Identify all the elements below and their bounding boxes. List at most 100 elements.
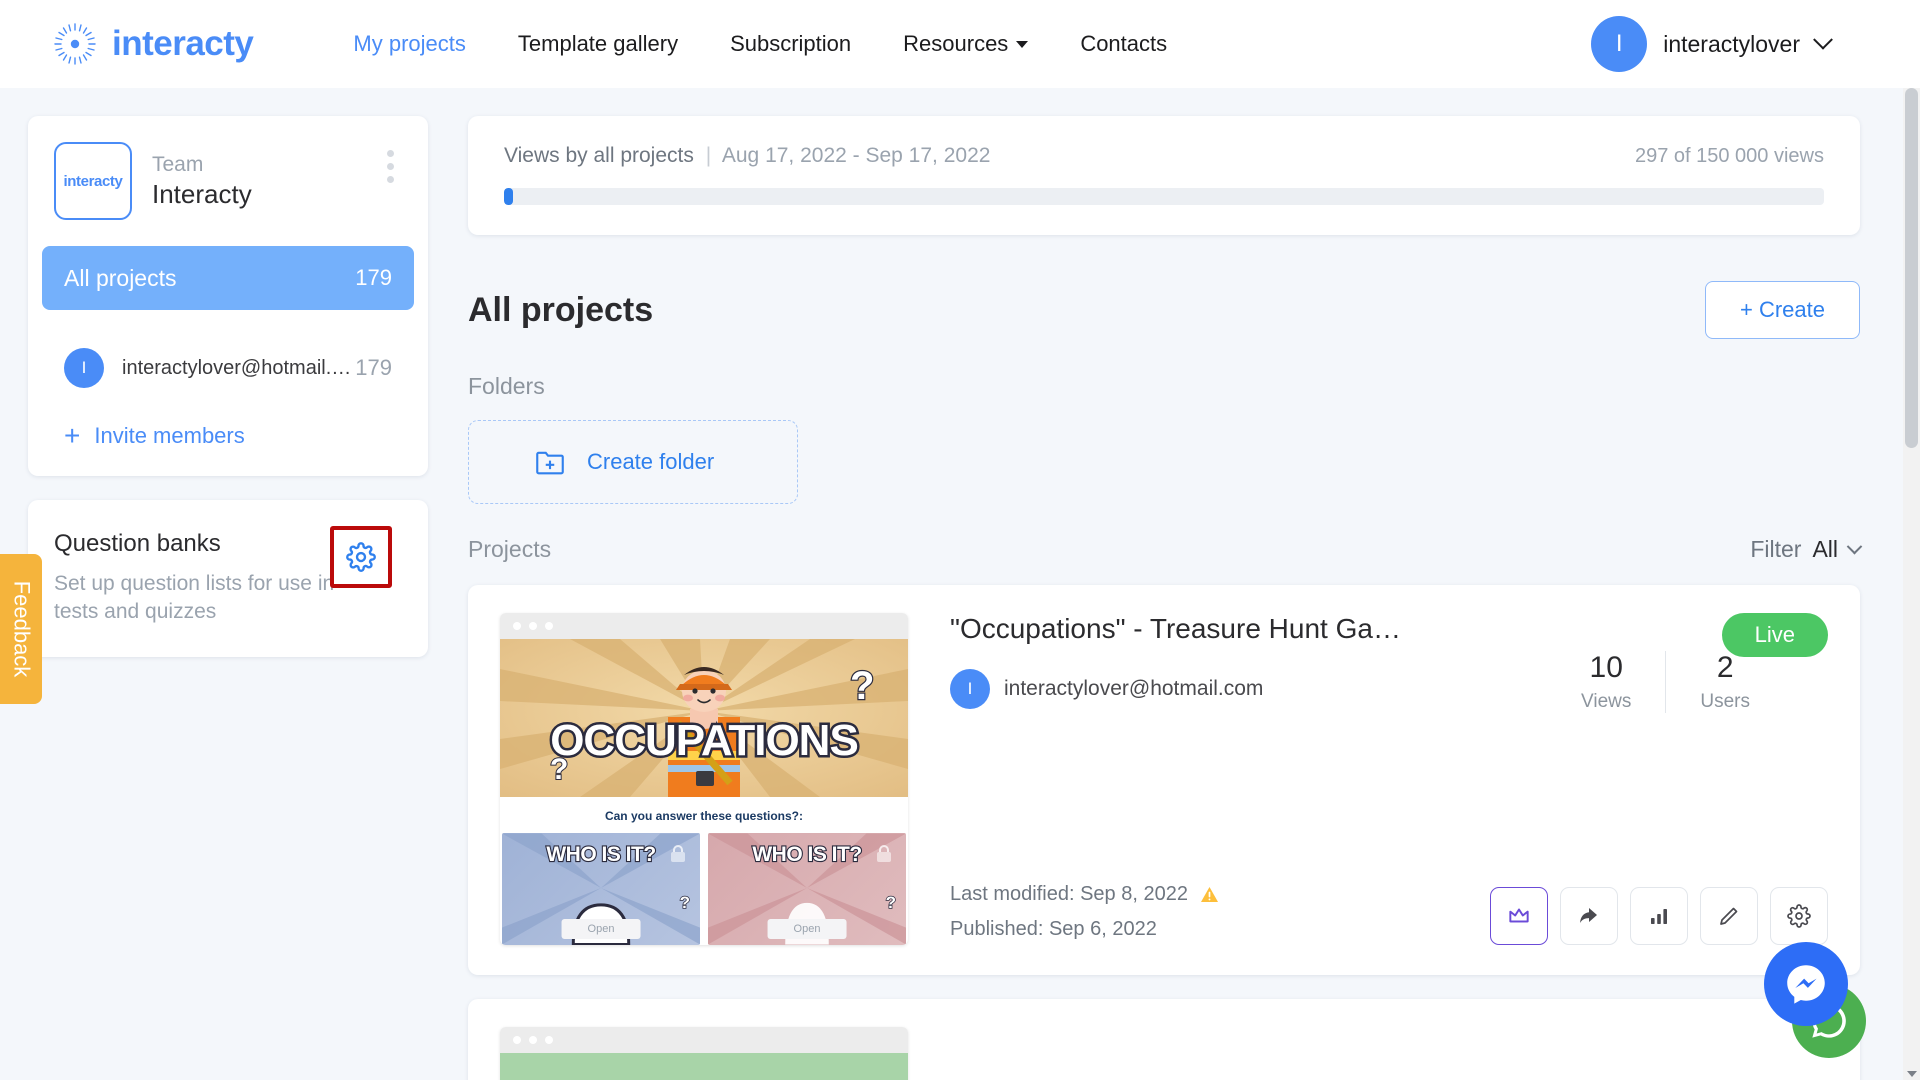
feedback-tab[interactable]: Feedback: [0, 554, 42, 704]
nav-template-gallery-label: Template gallery: [517, 31, 679, 56]
nav-resources-label: Resources: [903, 31, 1009, 56]
nav-contacts[interactable]: Contacts: [1054, 31, 1193, 57]
gear-icon: [346, 542, 376, 572]
filter-label: Filter: [1750, 536, 1802, 562]
member-count: 179: [355, 355, 392, 380]
pencil-icon: [1720, 907, 1738, 925]
member-email: interactylover@hotmail.co…: [122, 356, 356, 379]
invite-members-button[interactable]: + Invite members: [42, 422, 414, 450]
stat-views: 10 Views: [1547, 651, 1665, 713]
main-nav: My projects Template gallery Subscriptio…: [327, 31, 1193, 57]
sidebar-item-all-projects[interactable]: All projects 179: [42, 246, 414, 310]
project-thumbnail[interactable]: [500, 1027, 908, 1080]
share-button[interactable]: [1560, 887, 1618, 945]
member-avatar: I: [64, 348, 104, 388]
folders-label: Folders: [468, 373, 545, 399]
published: Published: Sep 6, 2022: [950, 918, 1157, 940]
team-row: interacty Team Interacty: [28, 142, 428, 220]
stat-views-value: 10: [1589, 651, 1623, 684]
scrollbar-thumb[interactable]: [1905, 88, 1918, 448]
top-header: interacty My projects Template gallery S…: [0, 0, 1920, 88]
project-settings-button[interactable]: [1770, 887, 1828, 945]
project-title[interactable]: "Occupations" - Treasure Hunt Ga…: [950, 613, 1510, 645]
project-thumbnail[interactable]: ? ? OCCUPATIONS Can you answer these que…: [500, 613, 908, 945]
crown-button[interactable]: [1490, 887, 1548, 945]
thumbnail-tiles: WHO IS IT? ? Open WHO IS IT? ? Open: [500, 833, 908, 945]
sidebar-item-all-projects-label: All projects: [64, 264, 177, 291]
project-owner: I interactylover@hotmail.com: [950, 669, 1547, 709]
views-divider: |: [705, 144, 712, 167]
lock-icon: [671, 845, 685, 862]
invite-members-label: Invite members: [94, 423, 245, 448]
project-card[interactable]: "Dental Health" - Treasure Hunt G…: [468, 999, 1860, 1080]
nav-subscription[interactable]: Subscription: [704, 31, 877, 57]
team-card: interacty Team Interacty All projects 17…: [28, 116, 428, 476]
brand-name: interacty: [112, 24, 254, 63]
thumbnail-tile: WHO IS IT? ? Open: [708, 833, 906, 945]
team-label: Team: [152, 152, 204, 176]
team-options-menu-icon[interactable]: [383, 146, 398, 187]
sidebar: interacty Team Interacty All projects 17…: [0, 88, 450, 1080]
user-menu[interactable]: I interactylover: [1591, 16, 1880, 72]
owner-email: interactylover@hotmail.com: [1004, 677, 1264, 700]
question-mark-icon: ?: [885, 892, 897, 913]
warning-icon: [1200, 881, 1219, 913]
thumbnail-caption: Can you answer these questions?:: [500, 797, 908, 833]
user-name: interactylover: [1663, 30, 1800, 57]
thumbnail-tile: WHO IS IT? ? Open: [502, 833, 700, 945]
question-banks-subtitle: Set up question lists for use in tests a…: [54, 572, 335, 623]
chevron-down-icon: [1813, 29, 1833, 50]
svg-text:?: ?: [850, 664, 874, 708]
question-mark-icon: ?: [679, 892, 691, 913]
edit-button[interactable]: [1700, 887, 1758, 945]
create-folder-label: Create folder: [587, 449, 715, 474]
chat-messenger-button[interactable]: [1764, 942, 1848, 1026]
views-date-range: Aug 17, 2022 - Sep 17, 2022: [721, 144, 991, 167]
nav-my-projects[interactable]: My projects: [327, 31, 491, 57]
project-body: "Occupations" - Treasure Hunt Ga… I inte…: [950, 613, 1828, 945]
create-folder-button[interactable]: Create folder: [468, 420, 798, 504]
views-progress-fill: [504, 188, 514, 205]
question-banks-settings-button[interactable]: [330, 526, 392, 588]
brand-logo[interactable]: interacty: [52, 21, 254, 67]
owner-avatar: I: [950, 669, 990, 709]
projects-header: All projects + Create: [468, 281, 1860, 339]
views-count: 297 of 150 000 views: [1634, 145, 1824, 167]
tile-open-button[interactable]: Open: [767, 919, 847, 939]
occupations-hero-image: ? ? OCCUPATIONS: [500, 639, 908, 797]
team-name: Interacty: [152, 178, 252, 209]
views-progress-bar: [504, 188, 1824, 205]
nav-template-gallery[interactable]: Template gallery: [492, 31, 704, 57]
page-body: interacty Team Interacty All projects 17…: [0, 88, 1920, 1080]
question-banks-card: Question banks Set up question lists for…: [28, 500, 428, 658]
share-icon: [1580, 908, 1597, 923]
avatar: I: [1591, 16, 1648, 72]
views-banner: Views by all projects | Aug 17, 2022 - S…: [468, 116, 1860, 235]
chevron-down-icon: [1016, 40, 1029, 48]
feedback-label: Feedback: [9, 580, 34, 678]
scroll-down-arrow-icon[interactable]: [1906, 1071, 1917, 1077]
project-dates: Last modified: Sep 8, 2022 Published: Se…: [950, 878, 1219, 945]
projects-label: Projects: [468, 536, 552, 562]
plus-icon: +: [64, 420, 81, 451]
project-card[interactable]: ? ? OCCUPATIONS Can you answer these que…: [468, 585, 1860, 975]
sidebar-item-member[interactable]: I interactylover@hotmail.co… 179: [42, 336, 414, 400]
nav-resources[interactable]: Resources: [877, 31, 1054, 57]
create-button[interactable]: + Create: [1705, 281, 1860, 339]
filter-value: All: [1812, 536, 1838, 562]
lock-icon: [877, 845, 891, 862]
status-badge: Live: [1721, 613, 1828, 657]
last-modified: Last modified: Sep 8, 2022: [950, 883, 1188, 905]
page-scrollbar[interactable]: [1903, 88, 1920, 1080]
filter-dropdown[interactable]: Filter All: [1750, 536, 1863, 563]
statistics-button[interactable]: [1630, 887, 1688, 945]
thumbnail-browser-bar: [500, 1027, 908, 1053]
messenger-icon: [1787, 965, 1825, 1004]
thumbnail-browser-bar: [500, 613, 908, 639]
chevron-down-icon: [1846, 538, 1863, 555]
project-stats: 10 Views 2 Users: [1547, 651, 1784, 713]
filter-row: Projects Filter All: [468, 536, 1863, 563]
main-content: Views by all projects | Aug 17, 2022 - S…: [450, 88, 1920, 1080]
tile-open-button[interactable]: Open: [561, 919, 641, 939]
stat-users: 2 Users: [1666, 651, 1784, 713]
